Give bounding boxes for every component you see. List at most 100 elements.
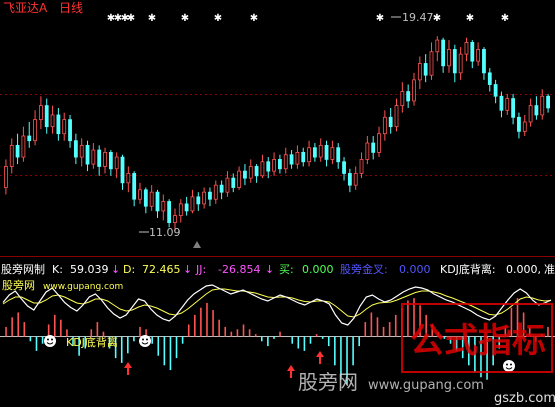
candle-body — [167, 201, 172, 223]
candle-body — [511, 98, 516, 118]
signal-star-icon: ✱ — [376, 13, 384, 24]
candle-body — [73, 140, 78, 158]
candle-body — [347, 173, 352, 186]
candle-body — [493, 84, 498, 97]
smiley-icon — [139, 335, 151, 347]
up-arrow-icon — [124, 362, 132, 375]
candle-body — [120, 156, 125, 184]
candle-body — [254, 166, 259, 177]
candle-body — [464, 42, 469, 55]
smiley-eye — [510, 363, 512, 366]
candle-body — [382, 116, 387, 135]
candle-body — [138, 189, 142, 200]
candle-body — [196, 196, 201, 205]
candle-body — [237, 170, 242, 188]
candle-body — [482, 49, 486, 74]
high-price-label: 19.47 — [402, 11, 434, 24]
candle-body — [91, 149, 96, 165]
candle-body — [458, 53, 463, 74]
signal-star-icon: ✱ — [433, 13, 441, 24]
smiley-eye — [146, 338, 148, 341]
seal-text: 公式指标 — [410, 321, 546, 361]
candle-body — [202, 191, 207, 205]
candle-body — [517, 116, 521, 132]
candle-body — [283, 154, 288, 170]
signal-star-icon: ✱ — [127, 13, 135, 24]
kdj-divergence-label: KDJ底背离: — [440, 262, 496, 276]
candle-body — [68, 119, 72, 142]
jj-value: -26.854 — [218, 263, 260, 276]
candle-body — [301, 151, 306, 163]
candle-body — [417, 63, 422, 81]
signal-star-icon: ✱ — [181, 13, 189, 24]
indicator-header: 股旁网制 K: 59.039 ↓ D: 72.465 ↓ JJ: -26.854… — [1, 262, 555, 276]
candle-body — [272, 159, 276, 172]
candle-body — [173, 215, 177, 224]
candle-body — [522, 121, 527, 132]
candle-body — [260, 161, 265, 177]
site-name: 股旁网 — [2, 278, 35, 292]
k-arrow: ↓ — [111, 263, 120, 276]
smiley-icon — [503, 360, 515, 372]
candle-body — [377, 133, 381, 153]
candle-body — [225, 177, 230, 193]
candle-body — [231, 177, 236, 188]
signal-star-row: ✱✱✱✱ ✱ ✱ ✱ ✱ ✱ ✱ ✱ ✱ — [107, 13, 509, 24]
signal-star-icon: ✱ — [148, 13, 156, 24]
candle-body — [336, 147, 341, 163]
candle-body — [15, 144, 20, 158]
candle-body — [388, 116, 393, 128]
candle-body — [365, 142, 370, 160]
candle-body — [143, 189, 148, 207]
header-trailing-text: 准 — [544, 263, 555, 276]
candle-body — [50, 114, 55, 128]
candle-body — [21, 135, 26, 158]
candle-body — [248, 166, 253, 179]
candle-body — [266, 161, 271, 172]
buy-label: 买: — [279, 263, 294, 276]
candle-body — [178, 203, 183, 216]
signal-star-icon: ✱ — [501, 13, 509, 24]
candle-body — [132, 173, 137, 200]
buy-value: 0.000 — [302, 263, 334, 276]
candle-body — [213, 184, 218, 200]
d-arrow: ↓ — [183, 263, 192, 276]
candle-body — [324, 144, 329, 160]
gold-cross-value: 0.000 — [399, 263, 431, 276]
candle-body — [528, 105, 533, 123]
arrow-head — [287, 365, 295, 371]
smiley-eye — [506, 363, 508, 366]
chart-window: ✱ ✱ ✱ ✱ ✱ ✱ ✱ ✱ ✱ ✱ ✱ ✱ 19.47 11.09 飞亚达A 日线 股旁网制 K:… — [0, 0, 555, 407]
candle-body — [429, 51, 434, 76]
stock-chart-canvas: ✱✱✱✱ ✱ ✱ ✱ ✱ ✱ ✱ ✱ ✱ 19.47 11.09 飞亚达A 日线 股旁网制 K:… — [0, 1, 555, 406]
stock-title: 飞亚达A — [3, 1, 48, 15]
kdj-divergence-value: 0.000, — [506, 263, 541, 276]
candle-body — [318, 144, 323, 158]
candle-body — [97, 149, 102, 167]
k-value: 59.039 — [70, 263, 109, 276]
smiley-eye — [142, 338, 144, 341]
candle-body — [406, 91, 411, 102]
d-value: 72.465 — [142, 263, 181, 276]
candle-body — [476, 49, 481, 62]
up-arrow-icon — [287, 365, 295, 378]
candle-body — [394, 105, 399, 128]
candle-body — [470, 42, 475, 62]
candle-body — [149, 191, 154, 207]
smiley-face — [44, 335, 56, 347]
candle-body — [307, 147, 311, 163]
kdj-divergence-tag: KDJ底背离 — [66, 335, 118, 349]
candle-body — [219, 184, 224, 193]
gold-cross-label: 股旁金叉: — [340, 262, 388, 276]
candle-body — [114, 156, 119, 170]
d-label: D: — [123, 263, 135, 276]
cursor-triangle-icon — [193, 241, 201, 248]
candle-body — [44, 105, 49, 128]
candle-body — [295, 151, 300, 165]
jj-arrow: ↓ — [265, 263, 274, 276]
watermark-url: www.gupang.com — [368, 378, 484, 393]
candle-body — [412, 79, 416, 102]
jj-label: JJ: — [195, 263, 206, 276]
low-price-label: 11.09 — [149, 226, 181, 239]
candle-body — [278, 159, 282, 170]
